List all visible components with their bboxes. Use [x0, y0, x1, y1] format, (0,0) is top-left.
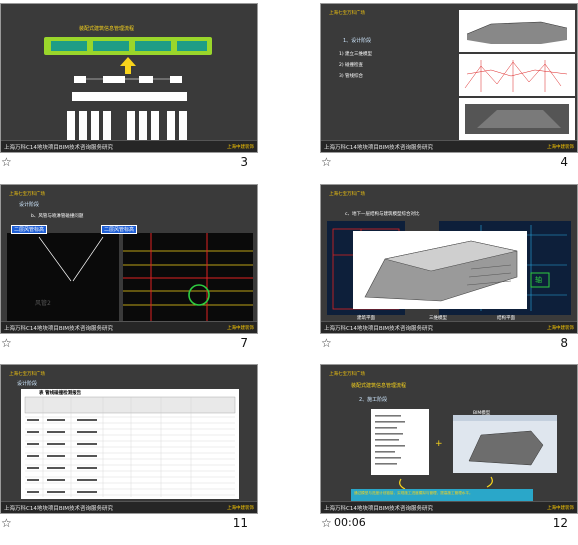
slide-preview: 上海七宝万科广场 1、设计阶段 1) 建立三维模型 2) 碰撞检查 3) 管线综… [320, 3, 578, 153]
label-left: 二层风管标高 [11, 225, 48, 234]
slide-timing: 00:06 [334, 516, 366, 529]
footer-logo: 上海中建装饰 [547, 326, 574, 331]
plus-sign: + [435, 439, 443, 449]
slide-footer: 上海万科C14地块项目BIM技术咨询服务研究 上海中建装饰 [321, 321, 577, 333]
footer-logo: 上海中建装饰 [227, 326, 254, 331]
footer-text: 上海万科C14地块项目BIM技术咨询服务研究 [324, 506, 433, 512]
footer-text: 上海万科C14地块项目BIM技术咨询服务研究 [324, 326, 433, 332]
slide-footer: 上海万科C14地块项目BIM技术咨询服务研究 上海中建装饰 [1, 321, 257, 333]
label-right: 二层风管标高 [101, 225, 138, 234]
report-table: 表 管线碰撞检测报告 [21, 389, 239, 499]
section-title: 设计阶段 [17, 381, 38, 387]
slide-preview: 上海七宝万科广场 设计阶段 b、风管与喷淋管碰撞问题 二层风管标高 二层风管标高… [0, 184, 258, 334]
star-icon[interactable]: ☆ [321, 516, 332, 530]
comparison-images [327, 221, 571, 315]
dark-label: 风管2 [35, 300, 51, 307]
star-icon[interactable]: ☆ [321, 155, 332, 169]
footer-text: 上海万科C14地块项目BIM技术咨询服务研究 [4, 145, 113, 151]
slide-number: 4 [560, 155, 568, 169]
slide-number: 7 [240, 336, 248, 350]
slide-preview: 上海七宝万科广场 c、地下一层结构与建筑模型综合对比 轴 建筑平面 三维模型 结… [320, 184, 578, 334]
footer-text: 上海万科C14地块项目BIM技术咨询服务研究 [4, 506, 113, 512]
slide-diagram [44, 37, 212, 141]
slide-title: 上海七宝万科广场 [9, 372, 45, 377]
slide-number: 11 [232, 516, 248, 530]
footer-logo: 上海中建装饰 [547, 145, 574, 150]
slide-number: 8 [560, 336, 568, 350]
model-images [459, 10, 575, 140]
footer-logo: 上海中建装饰 [547, 506, 574, 511]
star-icon[interactable]: ☆ [1, 155, 12, 169]
bottom-note: 通过模型与进度计划链接，实现施工进度模拟与管理，提高施工管理水平。 [354, 491, 473, 495]
table-grid [24, 396, 236, 497]
slide-footer: 上海万科C14地块项目BIM技术咨询服务研究 上海中建装饰 [1, 501, 257, 513]
model-note: BIM模型 [473, 411, 491, 416]
star-icon[interactable]: ☆ [1, 516, 12, 530]
footer-text: 上海万科C14地块项目BIM技术咨询服务研究 [324, 145, 433, 151]
slide-footer: 上海万科C14地块项目BIM技术咨询服务研究 上海中建装饰 [321, 140, 577, 152]
slide-number: 3 [240, 155, 248, 169]
footer-logo: 上海中建装饰 [227, 506, 254, 511]
clash-images [7, 233, 253, 321]
slide-preview: 上海七宝万科广场 设计阶段 表 管线碰撞检测报告 上海万科C14地块项目BIM技… [0, 364, 258, 514]
slide-preview: 上海七宝万科广场 装配式建筑信息管理流程 2、施工阶段 BIM模型 + 通过模型… [320, 364, 578, 514]
slide-number: 12 [552, 516, 568, 530]
slide-footer: 上海万科C14地块项目BIM技术咨询服务研究 上海中建装饰 [1, 140, 257, 152]
footer-logo: 上海中建装饰 [227, 145, 254, 150]
star-icon[interactable]: ☆ [1, 336, 12, 350]
footer-text: 上海万科C14地块项目BIM技术咨询服务研究 [4, 326, 113, 332]
star-icon[interactable]: ☆ [321, 336, 332, 350]
slide-preview: 装配式建筑信息管理流程 上海万科C14地块项目BIM技术咨询服务研究 上海中建装… [0, 3, 258, 153]
slide-footer: 上海万科C14地块项目BIM技术咨询服务研究 上海中建装饰 [321, 501, 577, 513]
side-label: 轴 [535, 276, 542, 284]
